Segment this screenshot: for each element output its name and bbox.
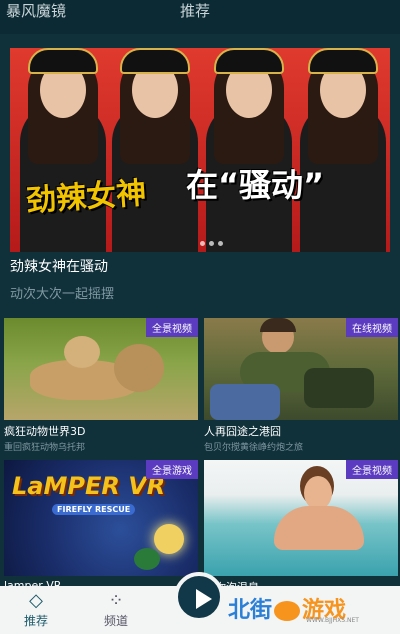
nav-item-channels[interactable]: ⁘ 频道 [86,590,146,629]
nav-label-channels: 频道 [103,614,128,628]
card-badge: 全景视频 [346,460,398,479]
nav-item-recommend[interactable]: ◇ 推荐 [6,590,66,629]
game-logo-subtext: FIREFLY RESCUE [52,504,136,515]
nav-label-recommend: 推荐 [23,614,48,628]
tab-title-recommend[interactable]: 推荐 [180,0,210,21]
card-subtitle: 包贝尔搅黄徐峥约炮之旅 [204,443,304,453]
feature-subtitle: 动次大次一起摇摆 [10,287,115,302]
card-badge: 全景游戏 [146,460,198,479]
card-thumbnail[interactable]: 全景视频 [204,460,398,576]
diamond-icon: ◇ [29,590,43,611]
app-title: 暴风魔镜 [6,2,67,20]
card-thumbnail[interactable]: LaMPER VR FIREFLY RESCUE 全景游戏 [4,460,198,576]
content-card[interactable]: 全景视频 疯狂动物世界3D 重回疯狂动物乌托邦 [4,318,198,453]
content-card[interactable]: 全景视频 陪你泡温泉 [204,460,398,595]
card-subtitle: 重回疯狂动物乌托邦 [4,443,86,453]
top-bar: 暴风魔镜 推荐 [0,0,400,34]
play-button[interactable] [174,572,224,622]
card-title: 人再囧途之港囧 [204,425,281,438]
card-title: 疯狂动物世界3D [4,425,86,438]
content-card[interactable]: 在线视频 人再囧途之港囧 包贝尔搅黄徐峥约炮之旅 [204,318,398,453]
card-thumbnail[interactable]: 全景视频 [4,318,198,420]
banner-overlay-text-right: 在“骚动” [186,166,325,204]
card-badge: 在线视频 [346,318,398,337]
watermark-logo: 北街 游戏 WWW.BJJHXS.NET [228,592,396,626]
grid-icon: ⁘ [108,590,124,611]
card-badge: 全景视频 [146,318,198,337]
game-logo-text: LaMPER VR [12,472,166,500]
carousel-dots[interactable] [198,231,225,250]
watermark-text-left: 北街 [228,598,273,623]
featured-banner[interactable]: 劲辣女神 在“骚动” [10,48,390,252]
content-card[interactable]: LaMPER VR FIREFLY RESCUE 全景游戏 lamper VR [4,460,198,592]
play-icon [196,589,212,609]
feature-title[interactable]: 劲辣女神在骚动 [10,256,108,276]
watermark-url: WWW.BJJHXS.NET [306,617,359,624]
banner-overlay-text-left: 劲辣女神 [25,175,148,220]
card-thumbnail[interactable]: 在线视频 [204,318,398,420]
watermark-ball-icon [274,601,301,621]
